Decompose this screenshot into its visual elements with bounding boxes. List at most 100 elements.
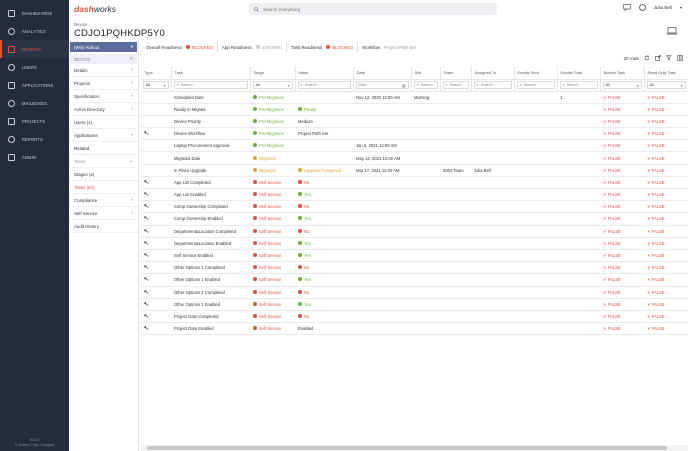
filter-readonly[interactable]: All ▾: [644, 79, 688, 92]
bucket-cell: ✕ FALSE: [600, 322, 644, 336]
filter-stage[interactable]: All ▾: [250, 79, 296, 92]
horizontal-scrollbar[interactable]: [141, 445, 688, 451]
emails-sent-cell: [514, 91, 557, 104]
table-row[interactable]: App List Enabled Self Service Yes ✕ FALSE ✕ …: [141, 188, 688, 202]
column-header[interactable]: Date: [353, 67, 412, 80]
column-header[interactable]: Emails Total: [557, 67, 601, 80]
type-cell: [141, 273, 171, 287]
panel-item-audit-history[interactable]: Audit History: [69, 220, 138, 233]
readonly-cell: ✕ FALSE: [644, 151, 688, 165]
chat-icon[interactable]: [622, 4, 631, 11]
app-logo[interactable]: dashworks: [74, 4, 116, 14]
emails-total-cell: [557, 237, 600, 250]
column-header[interactable]: Read Only Task: [644, 67, 688, 80]
panel-subitem[interactable]: Stages (2): [69, 168, 138, 181]
filter-value[interactable]: ⌕ Search: [295, 79, 354, 92]
readonly-cell: ✕ FALSE: [644, 310, 688, 324]
column-header[interactable]: Stage: [250, 67, 296, 80]
filter-task[interactable]: ⌕ Search: [171, 79, 251, 92]
columns-icon[interactable]: [677, 55, 683, 61]
panel-item-compliance[interactable]: Compliance ›: [69, 194, 138, 207]
table-row[interactable]: Department&Location Enabled Self Service Y…: [141, 237, 688, 250]
table-row[interactable]: Scheduled Date Pre-Migration Nov 12, 2020 …: [141, 91, 688, 104]
scrollbar-thumb[interactable]: [147, 446, 667, 450]
nav-item-users[interactable]: USERS: [0, 58, 69, 76]
panel-item-specification[interactable]: Specification ›: [69, 90, 138, 103]
nav-item-mailboxes[interactable]: MAILBOXES: [0, 94, 69, 112]
filter-emails-total[interactable]: ⌕ Search: [557, 79, 601, 92]
user-name[interactable]: Julia Bell: [654, 5, 672, 10]
chevron-down-icon[interactable]: ▾: [680, 5, 682, 10]
table-row[interactable]: Other Options 2 Completed Self Service No ✕…: [141, 286, 688, 299]
panel-item-active-directory[interactable]: Active Directory ›: [69, 103, 138, 116]
nav-item-dashboards[interactable]: DASHBOARDS: [0, 4, 69, 22]
close-icon[interactable]: ✕: [129, 56, 133, 62]
table-row[interactable]: Device Priority Pre-Migration Medium ✕ FALS…: [141, 115, 688, 129]
table-row[interactable]: Device Workflow Pre-Migration Project Path…: [141, 127, 688, 141]
table-row[interactable]: Ready to Migrate Pre-Migration Ready ✕ FALS…: [141, 103, 688, 116]
table-row[interactable]: Comp Ownership Enabled Self Service Yes ✕ F…: [141, 212, 688, 226]
panel-item-details[interactable]: Details ›: [69, 64, 138, 77]
filter-slot[interactable]: ⌕ Search: [411, 79, 441, 92]
key-icon: [144, 289, 149, 294]
nav-item-applications[interactable]: APPLICATIONS: [0, 76, 69, 94]
emails-total-cell: [557, 139, 600, 153]
table-row[interactable]: Other Options 2 Enabled Self Service Yes ✕ …: [141, 298, 688, 311]
nav-item-reports[interactable]: REPORTS: [0, 130, 69, 148]
table-row[interactable]: In Place Upgrade Migration Upgrade Postpon…: [141, 164, 688, 177]
nav-item-admin[interactable]: ADMIN: [0, 148, 69, 166]
nav-item-devices[interactable]: DEVICES: [0, 40, 69, 58]
column-header[interactable]: Assigned To: [471, 67, 515, 80]
panel-item-self-service[interactable]: Self Service ›: [69, 207, 138, 220]
value-cell: No: [295, 286, 353, 299]
filter-date[interactable]: Date ▦: [353, 79, 412, 92]
column-header[interactable]: Bucket Task: [600, 67, 645, 80]
column-header[interactable]: Emails Sent: [514, 67, 558, 80]
project-selector[interactable]: (Win) Rollout ▾: [70, 42, 137, 52]
table-row[interactable]: Self Service Enabled Self Service Yes ✕ FAL…: [141, 249, 688, 263]
column-header[interactable]: Team: [440, 67, 472, 80]
column-header[interactable]: Slot: [411, 67, 441, 80]
footer-links[interactable]: © Juriba | Help | Support: [0, 443, 69, 448]
filter-bucket[interactable]: All ▾: [600, 79, 645, 92]
user-area: Julia Bell ▾: [622, 4, 682, 11]
panel-item-users-1-[interactable]: Users (1): [69, 116, 138, 129]
nav-item-analytics[interactable]: ANALYTICS: [0, 22, 69, 40]
export-icon[interactable]: [655, 55, 661, 61]
clear-filter-icon[interactable]: [666, 55, 672, 61]
panel-subitem[interactable]: Tasks (20): [69, 181, 138, 194]
global-search[interactable]: [249, 3, 497, 15]
table-row[interactable]: Comp Ownership Completed Self Service No ✕ …: [141, 200, 688, 214]
task-readiness: Task Readiness BLOCKED: [287, 42, 359, 52]
table-row[interactable]: Project Date Enabled Self Service Enabled ✕…: [141, 322, 688, 336]
bucket-label: FALSE: [607, 192, 621, 198]
type-cell: [141, 200, 171, 214]
column-header[interactable]: Task: [171, 67, 251, 80]
filter-assigned[interactable]: ⌕ Search: [471, 79, 515, 92]
filter-emails-sent[interactable]: ⌕ Search: [514, 79, 558, 92]
table-row[interactable]: App List Completed Self Service No ✕ FALSE ✕…: [141, 176, 688, 190]
panel-item-projects[interactable]: Projects ›: [69, 77, 138, 90]
refresh-icon[interactable]: [644, 55, 650, 61]
team-cell: [440, 176, 471, 190]
slot-cell: [411, 200, 440, 214]
bucket-cell: ✕ FALSE: [600, 298, 644, 311]
avatar[interactable]: [638, 4, 646, 11]
column-header[interactable]: Type: [141, 67, 172, 80]
nav-item-projects[interactable]: PROJECTS: [0, 112, 69, 130]
table-row[interactable]: Department&Location Completed Self Servic…: [141, 225, 688, 238]
tasks-section-header[interactable]: Tasks ⌄: [69, 155, 138, 168]
table-row[interactable]: Other Options 1 Completed Self Service No ✕…: [141, 261, 688, 275]
panel-item-related[interactable]: Related: [69, 142, 138, 155]
filter-type[interactable]: All ▾: [141, 79, 172, 92]
panel-item-applications[interactable]: Applications ›: [69, 129, 138, 142]
table-row[interactable]: Migrated Date Migration May 14, 2021 12:00…: [141, 151, 688, 165]
filter-team[interactable]: ⌕ Search: [440, 79, 472, 92]
table-row[interactable]: Project Date Completed Self Service No ✕ FA…: [141, 310, 688, 324]
search-input[interactable]: [263, 6, 463, 12]
column-header[interactable]: Value: [295, 67, 354, 80]
stage-status-icon: [253, 167, 257, 172]
reports-icon: [8, 135, 15, 143]
table-row[interactable]: Laptop Procurement Approval Pre-Migration…: [141, 139, 688, 153]
table-row[interactable]: Other Options 1 Enabled Self Service Yes ✕ …: [141, 273, 688, 287]
